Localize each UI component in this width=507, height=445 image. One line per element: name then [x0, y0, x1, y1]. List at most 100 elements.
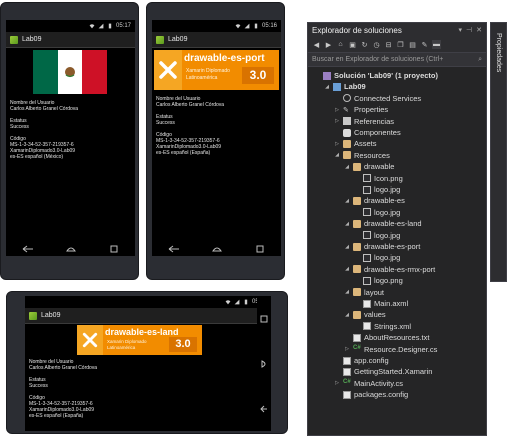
- tree-item[interactable]: Icon.png: [354, 173, 403, 184]
- close-icon[interactable]: ✕: [476, 26, 482, 34]
- tree-item[interactable]: ▷ Referencias: [334, 116, 394, 127]
- tree-item[interactable]: logo.jpg: [354, 230, 400, 241]
- tree-item[interactable]: Componentes: [334, 127, 401, 138]
- recents-icon[interactable]: [253, 245, 267, 253]
- tree-item[interactable]: Strings.xml: [354, 321, 411, 332]
- expanded-arrow-icon[interactable]: ◢: [344, 198, 350, 204]
- forward-icon[interactable]: ▶: [324, 40, 333, 49]
- tree-item-label: Componentes: [354, 128, 401, 137]
- tree-item[interactable]: ◢ values: [344, 309, 386, 320]
- file-icon: [363, 322, 371, 331]
- pin-icon[interactable]: ⊣: [466, 26, 472, 34]
- collapsed-arrow-icon[interactable]: ▷: [334, 141, 340, 147]
- expanded-arrow-icon[interactable]: ◢: [344, 312, 350, 318]
- tree-item[interactable]: ◢ drawable-es-rmx-port: [344, 264, 435, 275]
- tree-item[interactable]: logo.jpg: [354, 184, 400, 195]
- tree-item[interactable]: AboutResources.txt: [344, 332, 429, 343]
- status-time: 05:17: [115, 23, 131, 29]
- tree-item[interactable]: ▷ C# MainActivity.cs: [334, 378, 403, 389]
- dropdown-icon[interactable]: ▾: [459, 26, 463, 34]
- collapsed-arrow-icon[interactable]: ▷: [334, 107, 340, 113]
- tree-item-label: GettingStarted.Xamarin: [354, 367, 433, 377]
- back-icon[interactable]: [21, 245, 35, 253]
- expanded-arrow-icon[interactable]: ◢: [344, 266, 350, 272]
- expanded-arrow-icon[interactable]: ◢: [344, 244, 350, 250]
- phone-emulator-2: 05:16 Lab09 drawable-es-port Xamarin Dip…: [146, 2, 285, 280]
- tree-item[interactable]: Solución 'Lab09' (1 proyecto): [314, 70, 438, 81]
- tree-item[interactable]: ◢ drawable-es: [344, 195, 405, 206]
- collapsed-arrow-icon[interactable]: ▷: [334, 380, 340, 386]
- navigation-bar: [152, 242, 281, 256]
- banner-subtitle-1: Xamarin Diplomado: [186, 68, 230, 74]
- expanded-arrow-icon[interactable]: ◢: [344, 221, 350, 227]
- home-icon[interactable]: ⌂: [336, 40, 345, 49]
- wrench-icon[interactable]: ✎: [420, 40, 429, 49]
- battery-icon: [108, 23, 112, 29]
- tree-item[interactable]: app.config: [334, 355, 389, 366]
- tree-item[interactable]: ◢ layout: [344, 287, 384, 298]
- show-all-files-icon[interactable]: ▤: [408, 40, 417, 49]
- tree-item-label: drawable-es: [364, 196, 405, 206]
- tree-item[interactable]: ◢ drawable: [344, 161, 394, 172]
- csharp-file-icon: C#: [353, 345, 361, 352]
- expanded-arrow-icon[interactable]: ◢: [324, 84, 330, 90]
- home-icon[interactable]: [210, 245, 224, 253]
- file-icon: [343, 367, 351, 376]
- switch-views-icon[interactable]: ▣: [348, 40, 357, 49]
- search-icon[interactable]: ⌕: [478, 56, 482, 64]
- references-icon: [343, 117, 351, 126]
- tree-item[interactable]: Main.axml: [354, 298, 408, 309]
- app-title: Lab09: [22, 36, 42, 43]
- tree-item[interactable]: logo.jpg: [354, 207, 400, 218]
- tree-item[interactable]: ▷ ✎ Properties: [334, 104, 388, 115]
- tree-item-label: logo.jpg: [374, 253, 401, 263]
- battery-icon: [254, 23, 258, 29]
- tree-item[interactable]: ▷ C# Resource.Designer.cs: [344, 344, 437, 355]
- history-icon[interactable]: ◷: [372, 40, 381, 49]
- home-icon[interactable]: [64, 245, 78, 253]
- preview-icon[interactable]: ▬: [432, 40, 441, 49]
- expanded-arrow-icon[interactable]: ◢: [334, 152, 340, 158]
- tree-item[interactable]: logo.jpg: [354, 252, 400, 263]
- tree-item[interactable]: packages.config: [334, 389, 408, 400]
- tree-item[interactable]: Connected Services: [334, 93, 421, 104]
- tree-item[interactable]: ▷ Assets: [334, 138, 376, 149]
- refresh-icon[interactable]: ↻: [360, 40, 369, 49]
- tree-item[interactable]: ◢ drawable-es-port: [344, 241, 420, 252]
- collapse-all-icon[interactable]: ⊟: [384, 40, 393, 49]
- tree-item[interactable]: ◢ drawable-es-land: [344, 218, 421, 229]
- properties-side-tab[interactable]: Propiedades: [490, 22, 507, 282]
- back-icon[interactable]: [167, 245, 181, 253]
- collapsed-arrow-icon[interactable]: ▷: [344, 346, 350, 352]
- back-icon[interactable]: ◀: [312, 40, 321, 49]
- expanded-arrow-icon[interactable]: ◢: [344, 164, 350, 170]
- collapsed-arrow-icon[interactable]: ▷: [334, 118, 340, 124]
- code-line-3: es-ES español (México): [10, 154, 64, 160]
- copy-icon[interactable]: ❐: [396, 40, 405, 49]
- search-input[interactable]: Buscar en Explorador de soluciones (Ctrl…: [312, 56, 443, 63]
- home-icon[interactable]: [260, 359, 268, 369]
- tree-item-label: values: [364, 310, 386, 320]
- properties-tab-label[interactable]: Propiedades: [495, 33, 502, 72]
- connected-services-icon: [343, 94, 351, 103]
- tree-item-label: drawable-es-rmx-port: [364, 264, 436, 274]
- eagle-emblem-icon: [65, 67, 75, 78]
- status-value: Success: [156, 120, 175, 126]
- app-icon: [156, 35, 164, 44]
- phone-screen: 05:16 Lab09 drawable-es-port Xamarin Dip…: [152, 20, 281, 256]
- folder-icon: [353, 242, 361, 251]
- csharp-file-icon: C#: [343, 379, 351, 386]
- tree-item[interactable]: ◢ Resources: [334, 150, 390, 161]
- tree-item[interactable]: logo.png: [354, 275, 403, 286]
- back-icon[interactable]: [260, 404, 268, 414]
- recents-icon[interactable]: [260, 314, 268, 324]
- tree-item-label: logo.jpg: [374, 230, 401, 240]
- tree-item-label: Icon.png: [374, 173, 403, 183]
- tree-item-label: drawable-es-port: [364, 242, 421, 251]
- tree-item[interactable]: ◢ Lab09: [324, 81, 366, 92]
- tree-item[interactable]: GettingStarted.Xamarin: [334, 366, 432, 377]
- solution-search-box[interactable]: Buscar en Explorador de soluciones (Ctrl…: [308, 53, 486, 67]
- expanded-arrow-icon[interactable]: ◢: [344, 289, 350, 295]
- recents-icon[interactable]: [107, 245, 121, 253]
- banner-version: 3.0: [169, 337, 197, 352]
